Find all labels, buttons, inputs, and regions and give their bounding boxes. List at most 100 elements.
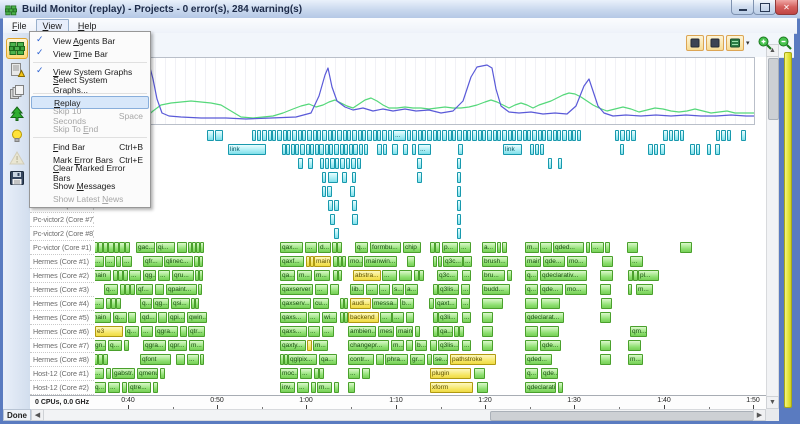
- vertical-scroll-thumb[interactable]: [768, 58, 779, 120]
- gantt-bar-gr[interactable]: gr...: [410, 354, 425, 365]
- gantt-bar-m[interactable]: m...: [391, 340, 404, 351]
- gantt-bar-qlinec[interactable]: qlinec...: [164, 256, 193, 267]
- gantt-bar[interactable]: [392, 144, 398, 155]
- gantt-bar-[interactable]: ...: [366, 284, 378, 295]
- gantt-bar[interactable]: [535, 144, 539, 155]
- gantt-bar[interactable]: [525, 298, 538, 309]
- gantt-bar-qde[interactable]: qde...: [540, 284, 563, 295]
- gantt-bar[interactable]: [530, 144, 534, 155]
- gantt-bar-qa[interactable]: qa...: [438, 326, 453, 337]
- gantt-bar-qfr[interactable]: qfr...: [143, 256, 163, 267]
- gantt-bar-brush[interactable]: brush...: [482, 256, 508, 267]
- gantt-bar[interactable]: [302, 130, 306, 141]
- gantt-bar[interactable]: [116, 256, 121, 267]
- gantt-bar[interactable]: [322, 130, 327, 141]
- gantt-bar-s[interactable]: s...: [392, 284, 404, 295]
- gantt-bar-m[interactable]: m...: [297, 270, 312, 281]
- gantt-bar[interactable]: [457, 158, 461, 169]
- gantt-bar[interactable]: [334, 200, 339, 211]
- gantt-bar[interactable]: [207, 130, 214, 141]
- gantt-bar-e3[interactable]: e3: [95, 326, 123, 337]
- gantt-bar-q3lis[interactable]: q3lis...: [438, 340, 459, 351]
- gantt-bar-[interactable]: ...: [187, 354, 199, 365]
- menu-item-select-system-graphs[interactable]: Select System Graphs...: [31, 78, 149, 91]
- gantt-bar[interactable]: [459, 326, 464, 337]
- gantt-bar-mo[interactable]: mo...: [567, 256, 587, 267]
- gantt-bar[interactable]: [487, 130, 492, 141]
- gantt-bar[interactable]: [605, 242, 610, 253]
- gantt-bar-qax[interactable]: qax...: [280, 242, 303, 253]
- gantt-bar[interactable]: [741, 130, 746, 141]
- gantt-bar-q3li[interactable]: q3li...: [438, 312, 458, 323]
- gantt-bar-qi[interactable]: qi...: [156, 242, 175, 253]
- bar-style-dark-button[interactable]: [706, 35, 724, 51]
- gantt-bar-main[interactable]: main: [314, 256, 331, 267]
- gantt-bar-pathstroke[interactable]: pathstroke: [450, 354, 496, 365]
- gantt-bar-gac[interactable]: gac...: [136, 242, 155, 253]
- gantt-bar[interactable]: [477, 382, 488, 393]
- gantt-bar[interactable]: [344, 298, 348, 309]
- gantt-bar[interactable]: [620, 130, 625, 141]
- gantt-bar-[interactable]: ...: [308, 312, 320, 323]
- gantt-bar[interactable]: [540, 144, 544, 155]
- gantt-bar[interactable]: [600, 284, 611, 295]
- gantt-bar-cu[interactable]: cu...: [313, 298, 329, 309]
- gantt-bar-link[interactable]: link: [228, 144, 266, 155]
- gantt-bar[interactable]: [631, 130, 636, 141]
- gantt-bar[interactable]: [344, 144, 348, 155]
- gantt-bar[interactable]: [319, 144, 324, 155]
- gantt-bar-qpaint[interactable]: qpaint...: [166, 284, 197, 295]
- gantt-bar[interactable]: [716, 130, 720, 141]
- gantt-bar-[interactable]: ...: [158, 270, 170, 281]
- gantt-bar[interactable]: [352, 172, 356, 183]
- gantt-bar-m[interactable]: m...: [636, 284, 653, 295]
- gantt-bar[interactable]: [377, 130, 381, 141]
- gantt-bar[interactable]: [457, 228, 461, 239]
- gantt-bar[interactable]: [346, 158, 350, 169]
- gantt-bar-q[interactable]: q...: [355, 242, 368, 253]
- gantt-bar-qaxserv[interactable]: qaxserv...: [280, 298, 311, 309]
- gantt-bar[interactable]: [335, 158, 339, 169]
- gantt-bar-[interactable]: ...: [540, 242, 552, 253]
- gantt-bar[interactable]: [286, 144, 290, 155]
- gantt-bar-plugin[interactable]: plugin: [430, 368, 471, 379]
- gantt-bar-[interactable]: ...: [591, 242, 604, 253]
- gantt-bar-budd[interactable]: budd...: [482, 284, 510, 295]
- gantt-bar-[interactable]: ...: [322, 326, 334, 337]
- gantt-bar-main[interactable]: main: [95, 270, 111, 281]
- gantt-bar[interactable]: [669, 130, 673, 141]
- gantt-bar[interactable]: [600, 354, 611, 365]
- gantt-bar[interactable]: [457, 186, 461, 197]
- gantt-bar-qa[interactable]: qa...: [319, 354, 337, 365]
- gantt-bar[interactable]: [586, 242, 590, 253]
- gantt-bar-main[interactable]: main: [525, 256, 541, 267]
- gantt-bar[interactable]: [532, 130, 537, 141]
- close-button[interactable]: ✕: [775, 0, 798, 15]
- gantt-bar[interactable]: [517, 130, 522, 141]
- gantt-bar-qru[interactable]: qru...: [172, 270, 194, 281]
- gantt-bar-p[interactable]: p...: [442, 242, 458, 253]
- gantt-bar-[interactable]: ...: [630, 256, 643, 267]
- gantt-bar[interactable]: [680, 242, 692, 253]
- gantt-bar-qg[interactable]: qg...: [153, 298, 169, 309]
- gantt-bar-a[interactable]: a...: [482, 242, 496, 253]
- gantt-bar[interactable]: [122, 382, 127, 393]
- gantt-bar[interactable]: [332, 130, 336, 141]
- bar-style-dark-button[interactable]: [686, 35, 704, 51]
- gantt-bar[interactable]: [200, 354, 204, 365]
- gantt-bar-qgra[interactable]: qgra...: [155, 326, 178, 337]
- gantt-bar[interactable]: [298, 158, 303, 169]
- gantt-bar[interactable]: [558, 382, 563, 393]
- gantt-bar[interactable]: [558, 158, 562, 169]
- menu-item-view-time-bar[interactable]: ✓View Time Bar: [31, 47, 149, 60]
- gantt-bar[interactable]: [438, 256, 442, 267]
- gantt-bar[interactable]: [307, 130, 312, 141]
- gantt-bar[interactable]: [327, 186, 332, 197]
- gantt-bar[interactable]: [427, 354, 432, 365]
- gantt-bar-abstra[interactable]: abstra...: [353, 270, 381, 281]
- gantt-bar-mo[interactable]: mo...: [565, 284, 587, 295]
- gantt-bar[interactable]: [352, 200, 357, 211]
- zoom-in-button[interactable]: [757, 35, 773, 51]
- gantt-bar[interactable]: [328, 172, 338, 183]
- gantt-bar[interactable]: [128, 312, 136, 323]
